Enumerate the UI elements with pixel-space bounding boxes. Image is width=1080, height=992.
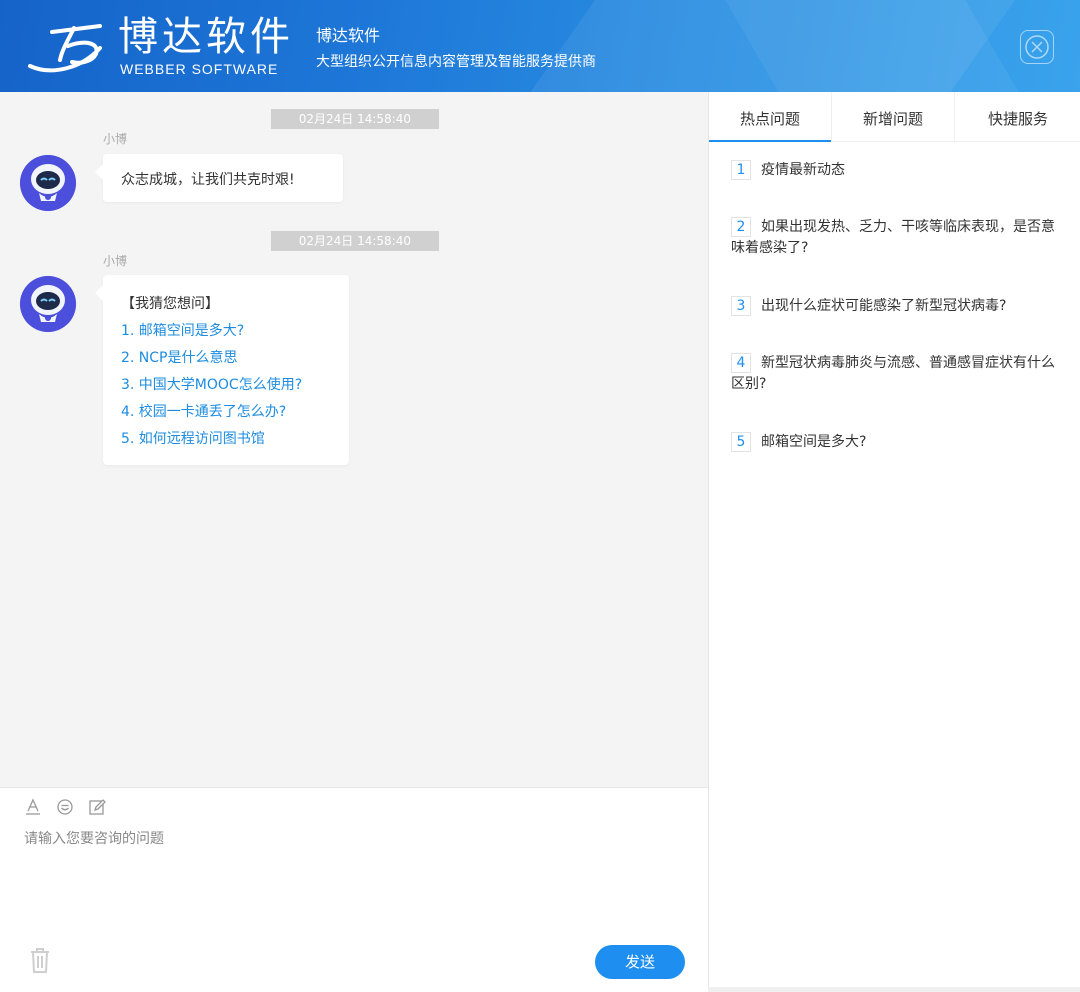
trash-icon[interactable]: [28, 946, 52, 974]
close-icon: [1025, 35, 1049, 59]
question-text: 出现什么症状可能感染了新型冠状病毒?: [761, 298, 1007, 314]
suggestion-bubble: 【我猜您想问】 1. 邮箱空间是多大? 2. NCP是什么意思 3. 中国大学M…: [95, 275, 349, 465]
bot-avatar: [20, 276, 76, 332]
hot-question-item[interactable]: 4 新型冠状病毒肺炎与流感、普通感冒症状有什么区别?: [731, 353, 1057, 395]
chat-history[interactable]: 02月24日 14:58:40 小博 众志成城，让我们共克时艰! 02月24日 …: [0, 92, 708, 787]
suggestion-title: 【我猜您想问】: [121, 296, 219, 312]
emoji-icon[interactable]: [56, 798, 74, 816]
logo-text: 博达软件: [118, 14, 294, 60]
message-bubble: 众志成城，让我们共克时艰!: [95, 154, 343, 202]
question-text: 邮箱空间是多大?: [761, 434, 867, 450]
question-number: 5: [731, 432, 751, 452]
question-text: 如果出现发热、乏力、干咳等临床表现，是否意味着感染了?: [731, 219, 1055, 256]
bot-avatar: [20, 155, 76, 211]
edit-icon[interactable]: [88, 798, 106, 816]
message-timestamp: 02月24日 14:58:40: [271, 109, 439, 129]
question-number: 3: [731, 296, 751, 316]
suggested-question-link[interactable]: 4. 校园一卡通丢了怎么办?: [121, 399, 331, 426]
question-text: 疫情最新动态: [761, 162, 845, 178]
logo-subtext: WEBBER SOFTWARE: [120, 61, 279, 77]
message-composer: 发送: [0, 787, 708, 992]
brand-slogan: 大型组织公开信息内容管理及智能服务提供商: [316, 54, 596, 70]
brand-name: 博达软件: [316, 26, 381, 45]
sender-name: 小博: [103, 254, 128, 268]
suggested-question-link[interactable]: 1. 邮箱空间是多大?: [121, 318, 331, 345]
robot-icon: [20, 276, 76, 332]
sender-name: 小博: [103, 132, 128, 146]
logo-swoosh-icon: [28, 24, 102, 73]
question-number: 2: [731, 217, 751, 237]
suggested-question-link[interactable]: 2. NCP是什么意思: [121, 345, 331, 372]
suggested-question-link[interactable]: 3. 中国大学MOOC怎么使用?: [121, 372, 331, 399]
question-number: 1: [731, 160, 751, 180]
send-button[interactable]: 发送: [595, 945, 685, 979]
robot-icon: [20, 155, 76, 211]
hot-question-item[interactable]: 5 邮箱空间是多大?: [731, 432, 1057, 453]
message-timestamp: 02月24日 14:58:40: [271, 231, 439, 251]
suggested-question-link[interactable]: 5. 如何远程访问图书馆: [121, 426, 331, 453]
panel-bottom-border: [708, 987, 1080, 992]
tab-new-questions[interactable]: 新增问题: [832, 92, 955, 142]
hot-question-item[interactable]: 1 疫情最新动态: [731, 160, 1057, 181]
tab-quick-services[interactable]: 快捷服务: [955, 92, 1080, 142]
close-button[interactable]: [1020, 30, 1054, 64]
hot-question-item[interactable]: 3 出现什么症状可能感染了新型冠状病毒?: [731, 296, 1057, 317]
faq-tabs: 热点问题 新增问题 快捷服务: [709, 92, 1080, 142]
hot-question-item[interactable]: 2 如果出现发热、乏力、干咳等临床表现，是否意味着感染了?: [731, 217, 1057, 259]
app-header: 博达软件 WEBBER SOFTWARE 博达软件 大型组织公开信息内容管理及智…: [0, 0, 1080, 92]
question-text: 新型冠状病毒肺炎与流感、普通感冒症状有什么区别?: [731, 355, 1055, 392]
tab-hot-questions[interactable]: 热点问题: [709, 92, 832, 142]
font-icon[interactable]: [24, 798, 42, 816]
question-number: 4: [731, 353, 751, 373]
message-input[interactable]: [24, 828, 684, 918]
faq-panel: 热点问题 新增问题 快捷服务 1 疫情最新动态 2 如果出现发热、乏力、干咳等临床表…: [708, 92, 1080, 992]
